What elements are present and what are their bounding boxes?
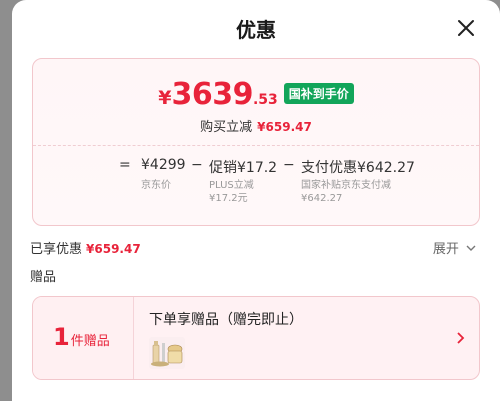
formula-minus-1: −	[191, 157, 203, 173]
discount-sheet: 优惠 ¥3639.53 国补到手价 购买立减 ¥659.47 = ¥4299 京东价…	[12, 0, 500, 401]
subsidy-price-badge: 国补到手价	[283, 83, 354, 104]
price-currency: ¥	[158, 87, 172, 109]
sheet-header: 优惠	[12, 0, 500, 56]
chevron-down-icon	[466, 245, 476, 251]
enjoyed-discount: 已享优惠 ¥659.47	[30, 238, 141, 257]
national-subsidy-label: 国家补贴京东支付减	[301, 180, 391, 191]
jd-price-label: 京东价	[141, 180, 171, 191]
jd-price-value: ¥4299	[141, 157, 186, 173]
gift-count-label: 件赠品	[70, 334, 110, 349]
price-decimal: .53	[252, 92, 278, 108]
enjoyed-label: 已享优惠	[30, 242, 83, 257]
enjoyed-amount: ¥659.47	[86, 242, 141, 256]
expand-button[interactable]: 展开	[433, 238, 476, 257]
formula-minus-2: −	[283, 157, 295, 173]
sheet-title: 优惠	[236, 18, 276, 42]
gift-count-number: 1	[53, 323, 70, 351]
chevron-right-icon	[457, 332, 465, 344]
discount-amount: ¥659.47	[257, 120, 312, 134]
final-price: ¥3639.53 国补到手价	[33, 77, 479, 112]
gift-count: 1件赠品	[53, 323, 110, 351]
expand-label: 展开	[432, 242, 459, 257]
promo-value: 促销¥17.2	[209, 160, 278, 176]
gift-items-thumbnail[interactable]	[149, 337, 185, 369]
plus-discount-amount: ¥17.2元	[209, 193, 248, 204]
card-divider	[33, 145, 479, 147]
gift-count-panel: 1件赠品	[33, 297, 134, 379]
price-card: ¥3639.53 国补到手价 购买立减 ¥659.47 = ¥4299 京东价 − …	[32, 58, 480, 226]
plus-discount-label: PLUS立减	[209, 180, 254, 191]
price-formula: = ¥4299 京东价 − 促销¥17.2 PLUS立减 ¥17.2元 − 支付…	[33, 157, 479, 217]
price-integer: 3639	[171, 77, 253, 112]
national-subsidy-amount: ¥642.27	[301, 193, 343, 204]
close-icon[interactable]	[456, 18, 476, 38]
discount-label: 购买立减	[200, 120, 253, 135]
gift-title: 下单享赠品（赠完即止）	[149, 312, 303, 328]
formula-equals: =	[119, 157, 131, 173]
gift-card[interactable]: 1件赠品 下单享赠品（赠完即止）	[32, 296, 480, 380]
payment-discount-value: 支付优惠¥642.27	[301, 160, 415, 176]
purchase-discount: 购买立减 ¥659.47	[33, 116, 479, 135]
gifts-section-label: 赠品	[30, 270, 57, 285]
